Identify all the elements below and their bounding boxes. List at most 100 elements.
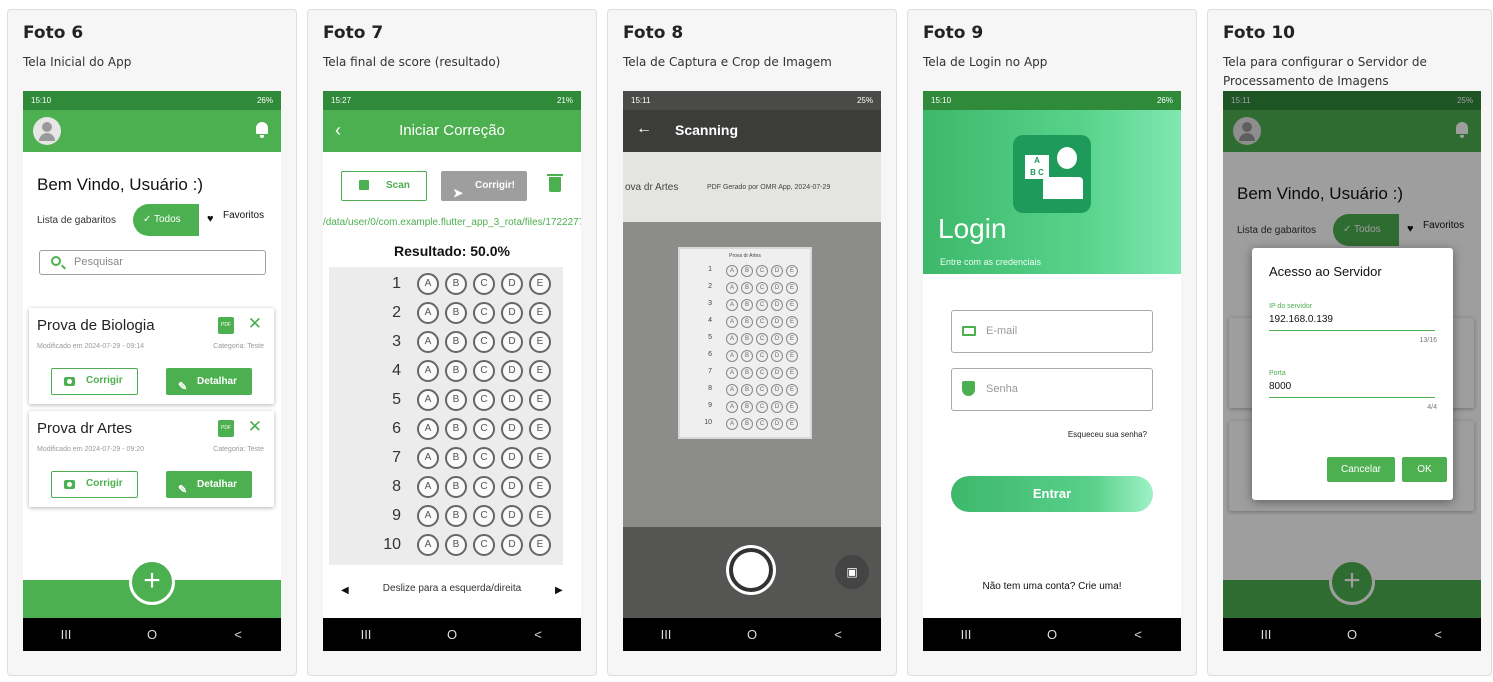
answer-bubble: A bbox=[417, 360, 439, 382]
correct-button[interactable]: Corrigir bbox=[51, 368, 138, 395]
phone-login-screen: 15:10 26% AB C Login Entre com as credenc… bbox=[923, 91, 1181, 651]
test-card[interactable]: Prova de Biologia PDF ✕ Modificado em 20… bbox=[29, 308, 274, 404]
swipe-hint: Deslize para a esquerda/direita bbox=[382, 583, 522, 594]
answer-bubble: A bbox=[417, 418, 439, 440]
answer-bubble: C bbox=[756, 265, 768, 277]
answer-bubble: C bbox=[473, 447, 495, 469]
signup-link[interactable]: Não tem uma conta? Crie uma! bbox=[923, 581, 1181, 592]
back-arrow-icon[interactable]: ← bbox=[636, 120, 652, 138]
row-number: 5 bbox=[708, 334, 712, 341]
pdf-icon[interactable]: PDF bbox=[218, 317, 234, 334]
chip-todos[interactable]: ✓ Todos bbox=[133, 204, 199, 236]
answer-bubble: D bbox=[771, 401, 783, 413]
answer-bubble: A bbox=[726, 384, 738, 396]
cancel-button[interactable]: Cancelar bbox=[1327, 457, 1395, 482]
avatar[interactable] bbox=[33, 117, 61, 145]
dialog-title: Acesso ao Servidor bbox=[1269, 264, 1382, 279]
home-button[interactable]: O bbox=[132, 627, 172, 642]
close-icon[interactable]: ✕ bbox=[248, 417, 262, 437]
pencil-icon: ✎ bbox=[178, 484, 188, 496]
answer-bubble: E bbox=[529, 418, 551, 440]
paper-subtitle: PDF Gerado por OMR App, 2024-07-29 bbox=[707, 184, 831, 191]
chip-favoritos[interactable]: ♥ Favoritos bbox=[199, 204, 267, 236]
forgot-password-link[interactable]: Esqueceu sua senha? bbox=[1068, 430, 1147, 439]
answer-bubble: E bbox=[786, 401, 798, 413]
correct-button[interactable]: ➤ Corrigir! bbox=[441, 171, 527, 201]
ok-button[interactable]: OK bbox=[1402, 457, 1447, 482]
trash-icon[interactable] bbox=[547, 174, 563, 192]
back-button[interactable]: < bbox=[218, 627, 258, 642]
answer-bubble: B bbox=[741, 333, 753, 345]
recent-apps-button[interactable]: III bbox=[346, 627, 386, 642]
back-button[interactable]: < bbox=[1118, 627, 1158, 642]
card-foto-8: Foto 8 Tela de Captura e Crop de Imagem … bbox=[607, 9, 897, 676]
answer-bubble: C bbox=[473, 331, 495, 353]
recent-apps-button[interactable]: III bbox=[46, 627, 86, 642]
add-button[interactable]: + bbox=[129, 559, 175, 605]
test-card[interactable]: Prova dr Artes PDF ✕ Modificado em 2024-… bbox=[29, 411, 274, 507]
gallery-icon[interactable]: ▣ bbox=[835, 555, 869, 589]
ip-underline bbox=[1269, 330, 1435, 331]
app-logo-icon: AB C bbox=[1013, 135, 1091, 213]
phone-scanner-screen: 15:11 25% ← Scanning ova dr Artes PDF Ger… bbox=[623, 91, 881, 651]
row-number: 5 bbox=[392, 391, 401, 408]
correct-button[interactable]: Corrigir bbox=[51, 471, 138, 498]
answer-bubble: C bbox=[756, 282, 768, 294]
port-counter: 4/4 bbox=[1427, 404, 1437, 411]
answer-bubble: D bbox=[771, 316, 783, 328]
card-title: Foto 7 bbox=[323, 23, 384, 43]
answer-sheet-image: 1ABCDE2ABCDE3ABCDE4ABCDE5ABCDE6ABCDE7ABC… bbox=[329, 267, 563, 565]
pdf-icon[interactable]: PDF bbox=[218, 420, 234, 437]
email-field[interactable]: E-mail bbox=[951, 310, 1153, 353]
search-input[interactable]: Pesquisar bbox=[39, 250, 266, 275]
card-description: Tela final de score (resultado) bbox=[323, 55, 501, 69]
answer-bubble: C bbox=[473, 418, 495, 440]
next-arrow-icon[interactable]: ▶ bbox=[555, 585, 563, 596]
card-title: Foto 6 bbox=[23, 23, 84, 43]
card-description: Tela para configurar o Servidor de Proce… bbox=[1223, 55, 1427, 88]
recent-apps-button[interactable]: III bbox=[1246, 627, 1286, 642]
scan-button[interactable]: Scan bbox=[341, 171, 427, 201]
row-number: 6 bbox=[392, 420, 401, 437]
camera-icon bbox=[64, 377, 75, 386]
answer-bubble: D bbox=[501, 331, 523, 353]
phone-result-screen: 15:27 21% ‹ Iniciar Correção Scan ➤ Corrig… bbox=[323, 91, 581, 651]
file-path: /data/user/0/com.example.flutter_app_3_r… bbox=[323, 217, 581, 228]
answer-bubble: D bbox=[771, 384, 783, 396]
answer-bubble: D bbox=[501, 389, 523, 411]
port-input[interactable]: 8000 bbox=[1269, 381, 1291, 392]
detail-button[interactable]: ✎ Detalhar bbox=[166, 471, 252, 498]
answer-bubble: C bbox=[756, 350, 768, 362]
row-number: 2 bbox=[392, 304, 401, 321]
row-number: 4 bbox=[708, 317, 712, 324]
camera-icon bbox=[64, 480, 75, 489]
bell-icon[interactable] bbox=[255, 122, 269, 138]
shutter-button[interactable] bbox=[729, 548, 773, 592]
back-button[interactable]: < bbox=[1418, 627, 1458, 642]
answer-bubble: C bbox=[756, 316, 768, 328]
home-button[interactable]: O bbox=[732, 627, 772, 642]
home-button[interactable]: O bbox=[1332, 627, 1372, 642]
password-field[interactable]: Senha bbox=[951, 368, 1153, 411]
phone-home-screen: 15:10 26% Bem Vindo, Usuário :) Lista de … bbox=[23, 91, 281, 651]
card-description: Tela de Captura e Crop de Imagem bbox=[623, 55, 832, 69]
ip-input[interactable]: 192.168.0.139 bbox=[1269, 314, 1333, 325]
answer-bubble: D bbox=[501, 447, 523, 469]
answer-bubble: B bbox=[445, 505, 467, 527]
back-button[interactable]: < bbox=[818, 627, 858, 642]
answer-bubble: B bbox=[445, 418, 467, 440]
answer-bubble: A bbox=[417, 302, 439, 324]
scanner-header bbox=[623, 110, 881, 152]
answer-bubble: D bbox=[501, 505, 523, 527]
recent-apps-button[interactable]: III bbox=[646, 627, 686, 642]
home-button[interactable]: O bbox=[432, 627, 472, 642]
close-icon[interactable]: ✕ bbox=[248, 314, 262, 334]
answer-bubble: B bbox=[741, 265, 753, 277]
home-button[interactable]: O bbox=[1032, 627, 1072, 642]
detail-button[interactable]: ✎ Detalhar bbox=[166, 368, 252, 395]
card-description: Tela de Login no App bbox=[923, 55, 1048, 69]
back-button[interactable]: < bbox=[518, 627, 558, 642]
login-button[interactable]: Entrar bbox=[951, 476, 1153, 512]
system-nav-bar: III O < bbox=[23, 618, 281, 651]
recent-apps-button[interactable]: III bbox=[946, 627, 986, 642]
